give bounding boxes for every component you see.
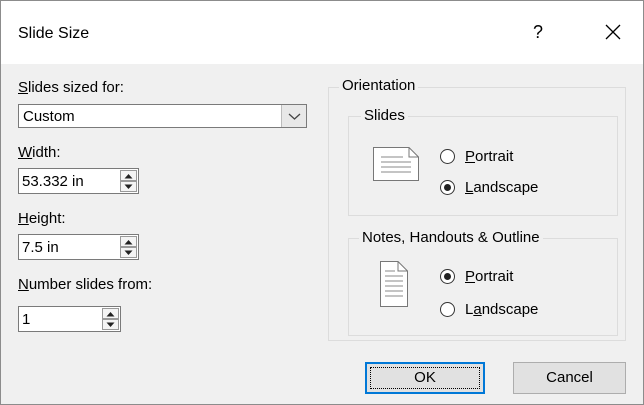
height-value: 7.5 in [22,239,59,256]
number-decrement-button[interactable] [102,319,119,330]
width-increment-button[interactable] [120,170,137,181]
dialog-title: Slide Size [18,25,90,42]
height-decrement-button[interactable] [120,247,137,258]
notes-portrait-radio-dot[interactable] [440,269,455,284]
ok-button[interactable]: OK [365,362,485,394]
slides-sized-for-select[interactable]: Custom [18,104,307,128]
triangle-down-icon [124,184,133,189]
cancel-button[interactable]: Cancel [513,362,626,394]
number-slides-from-value: 1 [22,311,31,328]
width-decrement-button[interactable] [120,181,137,192]
slides-portrait-radio-dot[interactable] [440,149,455,164]
notes-landscape-radio[interactable]: Landscape [440,301,538,318]
width-value: 53.332 in [22,173,84,190]
height-label: Height: [18,210,66,227]
triangle-up-icon [124,174,133,179]
slide-size-dialog: Slide Size ? Slides sized for: Custom Wi… [0,0,644,405]
triangle-down-icon [106,322,115,327]
height-field[interactable]: 7.5 in [18,234,139,260]
slides-landscape-radio-dot[interactable] [440,180,455,195]
height-increment-button[interactable] [120,236,137,247]
slides-landscape-radio[interactable]: Landscape [440,179,538,196]
notes-group-title: Notes, Handouts & Outline [359,229,543,246]
notes-portrait-radio[interactable]: Portrait [440,268,513,285]
number-increment-button[interactable] [102,308,119,319]
slides-landscape-label: Landscape [465,179,539,196]
help-button[interactable]: ? [523,17,553,47]
width-field[interactable]: 53.332 in [18,168,139,194]
notes-landscape-label: Landscape [465,301,539,318]
landscape-page-icon [373,147,419,181]
dropdown-button[interactable] [281,105,306,127]
width-label: Width: [18,144,61,161]
focus-rect [370,367,480,389]
chevron-down-icon [288,113,301,120]
number-slides-from-label: Number slides from: [18,276,153,293]
close-button[interactable] [598,17,628,47]
triangle-up-icon [124,240,133,245]
cancel-button-label: Cancel [546,369,593,386]
portrait-page-icon [380,261,408,307]
slides-group-title: Slides [361,107,408,124]
orientation-title: Orientation [339,77,419,94]
triangle-down-icon [124,250,133,255]
notes-landscape-radio-dot[interactable] [440,302,455,317]
slides-portrait-label: Portrait [465,148,514,165]
number-slides-from-field[interactable]: 1 [18,306,121,332]
title-bar: Slide Size ? [1,1,643,64]
slides-portrait-radio[interactable]: Portrait [440,148,513,165]
triangle-up-icon [106,312,115,317]
slides-sized-for-label: Slides sized for: [18,79,124,96]
notes-portrait-label: Portrait [465,268,514,285]
close-icon [605,24,621,40]
selected-size: Custom [23,108,75,125]
